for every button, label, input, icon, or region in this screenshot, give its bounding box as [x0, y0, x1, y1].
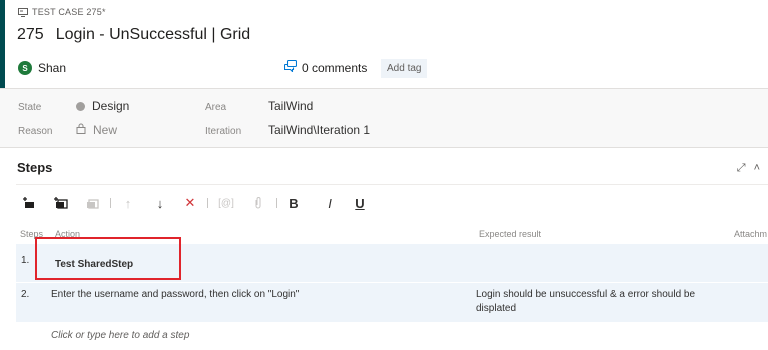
state-dot-icon: [76, 101, 85, 111]
reason-value: New: [93, 123, 118, 137]
attachment-icon[interactable]: [248, 194, 268, 212]
toolbar-separator: [110, 198, 111, 208]
work-item-id: 275: [17, 26, 44, 43]
state-field[interactable]: Design: [76, 99, 129, 113]
assigned-to[interactable]: S Shan: [18, 61, 66, 75]
create-shared-steps-icon: [87, 199, 99, 209]
state-value: Design: [92, 99, 130, 113]
insert-shared-steps-icon: [54, 197, 68, 209]
steps-title: Steps: [17, 160, 53, 175]
assignee-name: Shan: [38, 61, 67, 75]
parameter-icon[interactable]: [@]: [216, 194, 236, 212]
work-item-title[interactable]: Login - UnSuccessful | Grid: [56, 26, 250, 44]
insert-shared-steps-button[interactable]: [50, 194, 72, 212]
area-label: Area: [205, 102, 227, 113]
step-number: 2.: [21, 289, 30, 300]
move-up-icon[interactable]: ↑: [119, 194, 137, 212]
highlight-annotation: [35, 237, 181, 280]
column-header-attachments: Attachm: [734, 229, 768, 239]
comments-link[interactable]: 0 comments: [283, 59, 368, 75]
iteration-value: TailWind\Iteration 1: [268, 123, 371, 137]
comments-count: 0 comments: [302, 60, 368, 75]
insert-step-button[interactable]: [20, 194, 40, 212]
collapse-chevron-icon[interactable]: ˄: [754, 162, 760, 175]
toolbar-separator: [276, 198, 277, 208]
create-shared-steps-button[interactable]: [82, 194, 102, 212]
area-value: TailWind: [268, 99, 314, 113]
steps-toolbar: ↑ ↓ ✕ [@] B I U: [20, 194, 369, 212]
work-item-title-row[interactable]: 275 Login - UnSuccessful | Grid: [17, 26, 250, 44]
work-item-type-label: TEST CASE 275*: [32, 7, 106, 17]
comments-icon: [283, 59, 298, 75]
steps-header-actions: ⤢ ˄: [737, 162, 760, 175]
insert-step-icon: [23, 197, 34, 208]
add-step-hint[interactable]: Click or type here to add a step: [51, 330, 189, 341]
step-expected-result[interactable]: Login should be unsuccessful & a error s…: [476, 288, 736, 316]
reason-label: Reason: [18, 126, 53, 137]
work-item-type-accent: [0, 0, 5, 88]
column-header-expected-result: Expected result: [479, 229, 542, 239]
iteration-field[interactable]: TailWind\Iteration 1: [268, 123, 370, 137]
italic-button[interactable]: I: [321, 194, 339, 212]
bold-button[interactable]: B: [285, 194, 303, 212]
step-number: 1.: [21, 255, 30, 266]
steps-divider: [16, 184, 768, 185]
reason-field[interactable]: New: [76, 123, 117, 137]
delete-step-icon[interactable]: ✕: [181, 194, 199, 212]
test-case-icon: [18, 7, 28, 17]
lock-icon: [76, 123, 86, 137]
step-action[interactable]: Enter the username and password, then cl…: [51, 289, 299, 300]
work-item-type: TEST CASE 275*: [18, 7, 106, 17]
area-field[interactable]: TailWind: [268, 99, 313, 113]
avatar: S: [18, 61, 32, 75]
table-row[interactable]: 2. Enter the username and password, then…: [16, 282, 768, 322]
state-label: State: [18, 102, 42, 113]
toolbar-separator: [207, 198, 208, 208]
work-item-header: TEST CASE 275* 275 Login - UnSuccessful …: [0, 0, 768, 88]
underline-button[interactable]: U: [351, 194, 369, 212]
add-tag-button[interactable]: Add tag: [381, 59, 428, 78]
move-down-icon[interactable]: ↓: [151, 194, 169, 212]
iteration-label: Iteration: [205, 126, 242, 137]
details-panel: State Design Reason New Area TailWind It…: [0, 88, 768, 148]
expand-icon[interactable]: ⤢: [737, 162, 746, 175]
